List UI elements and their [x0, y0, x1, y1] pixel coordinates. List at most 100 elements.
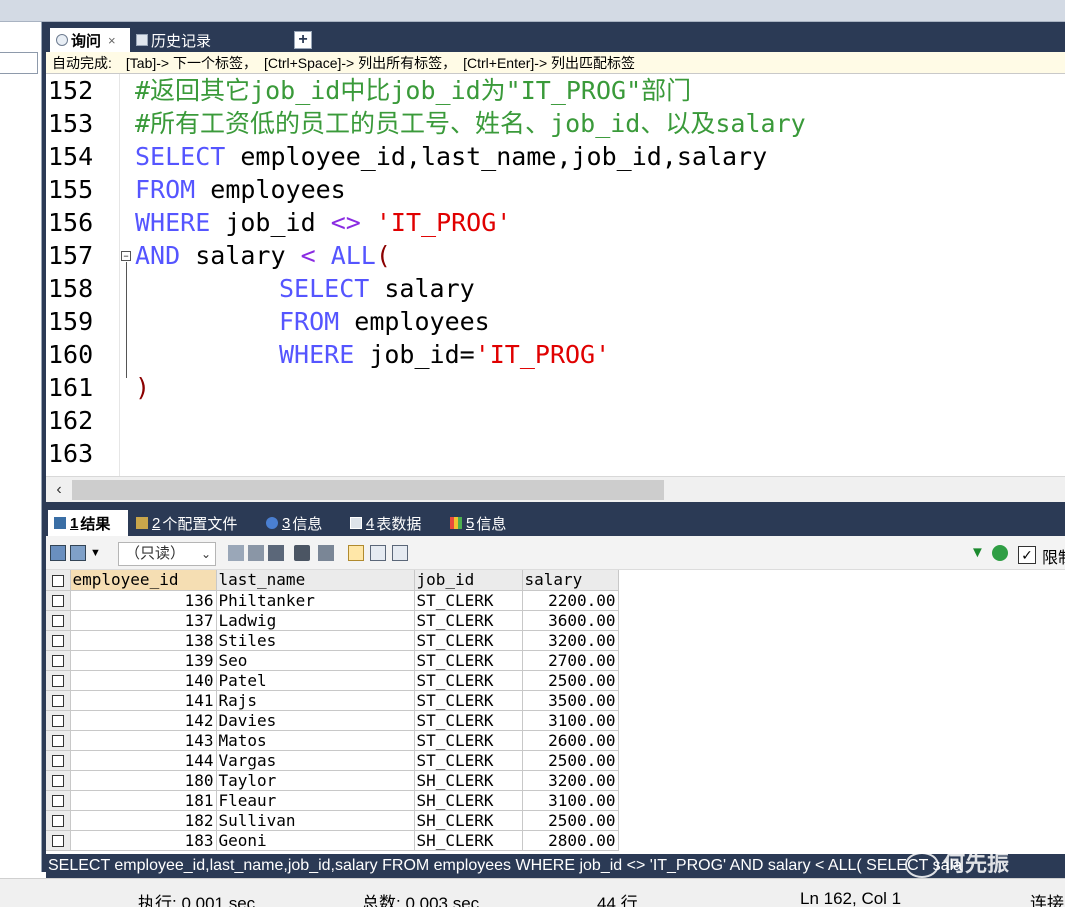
row-checkbox[interactable]	[46, 810, 71, 831]
dropdown-arrow-icon[interactable]: ▼	[90, 545, 102, 561]
column-header[interactable]: salary	[522, 570, 619, 591]
cell-salary[interactable]: 3100.00	[522, 790, 619, 811]
result-grid[interactable]: employee_id last_name job_id salary 136 P…	[46, 570, 1065, 854]
cell-salary[interactable]: 2500.00	[522, 750, 619, 771]
tab-result[interactable]: 1 结果	[48, 510, 128, 536]
cell-last-name[interactable]: Rajs	[216, 690, 415, 711]
cell-salary[interactable]: 3500.00	[522, 690, 619, 711]
cell-salary[interactable]: 2200.00	[522, 590, 619, 611]
cell-salary[interactable]: 2500.00	[522, 810, 619, 831]
row-checkbox[interactable]	[46, 770, 71, 791]
object-filter-input[interactable]	[0, 52, 38, 74]
cell-last-name[interactable]: Ladwig	[216, 610, 415, 631]
table-row[interactable]: 144 Vargas ST_CLERK 2500.00	[46, 750, 619, 771]
text-view-icon[interactable]	[392, 545, 408, 561]
cell-job-id[interactable]: SH_CLERK	[414, 770, 523, 791]
row-checkbox[interactable]	[46, 790, 71, 811]
tab-profile[interactable]: 2 个配置文件	[130, 510, 243, 536]
cell-job-id[interactable]: SH_CLERK	[414, 830, 523, 851]
cell-salary[interactable]: 2500.00	[522, 670, 619, 691]
cell-last-name[interactable]: Patel	[216, 670, 415, 691]
cell-job-id[interactable]: ST_CLERK	[414, 690, 523, 711]
fold-toggle[interactable]: −	[121, 251, 131, 261]
row-checkbox[interactable]	[46, 690, 71, 711]
table-row[interactable]: 137 Ladwig ST_CLERK 3600.00	[46, 610, 619, 631]
cell-employee-id[interactable]: 136	[70, 590, 217, 611]
import-icon[interactable]	[70, 545, 86, 561]
cell-job-id[interactable]: ST_CLERK	[414, 670, 523, 691]
cell-salary[interactable]: 3200.00	[522, 630, 619, 651]
row-checkbox[interactable]	[46, 710, 71, 731]
delete-icon[interactable]	[294, 545, 310, 561]
cell-job-id[interactable]: ST_CLERK	[414, 730, 523, 751]
cell-salary[interactable]: 2800.00	[522, 830, 619, 851]
cell-employee-id[interactable]: 181	[70, 790, 217, 811]
table-row[interactable]: 182 Sullivan SH_CLERK 2500.00	[46, 810, 619, 831]
row-checkbox[interactable]	[46, 750, 71, 771]
row-checkbox[interactable]	[46, 830, 71, 851]
add-row-icon[interactable]	[228, 545, 244, 561]
cell-salary[interactable]: 3600.00	[522, 610, 619, 631]
close-icon[interactable]: ×	[108, 33, 116, 48]
limit-checkbox[interactable]: ✓	[1018, 546, 1036, 564]
new-tab-button[interactable]: +	[294, 31, 312, 49]
editor-horizontal-scrollbar[interactable]: ‹	[46, 476, 1065, 502]
cell-employee-id[interactable]: 139	[70, 650, 217, 671]
column-header[interactable]: job_id	[414, 570, 523, 591]
cell-job-id[interactable]: SH_CLERK	[414, 790, 523, 811]
cell-employee-id[interactable]: 183	[70, 830, 217, 851]
table-row[interactable]: 141 Rajs ST_CLERK 3500.00	[46, 690, 619, 711]
cell-employee-id[interactable]: 143	[70, 730, 217, 751]
cell-salary[interactable]: 2600.00	[522, 730, 619, 751]
cell-job-id[interactable]: ST_CLERK	[414, 650, 523, 671]
cell-employee-id[interactable]: 182	[70, 810, 217, 831]
cell-employee-id[interactable]: 140	[70, 670, 217, 691]
tab-history[interactable]: 历史记录	[130, 28, 288, 52]
cell-employee-id[interactable]: 141	[70, 690, 217, 711]
cell-job-id[interactable]: ST_CLERK	[414, 590, 523, 611]
save-icon[interactable]	[268, 545, 284, 561]
table-row[interactable]: 180 Taylor SH_CLERK 3200.00	[46, 770, 619, 791]
table-row[interactable]: 136 Philtanker ST_CLERK 2200.00	[46, 590, 619, 611]
table-row[interactable]: 139 Seo ST_CLERK 2700.00	[46, 650, 619, 671]
duplicate-row-icon[interactable]	[248, 545, 264, 561]
table-row[interactable]: 183 Geoni SH_CLERK 2800.00	[46, 830, 619, 851]
cell-last-name[interactable]: Sullivan	[216, 810, 415, 831]
export-icon[interactable]	[50, 545, 66, 561]
readonly-select[interactable]: （只读） ⌄	[118, 542, 216, 566]
tab-messages[interactable]: 3 信息	[260, 510, 328, 536]
cell-employee-id[interactable]: 138	[70, 630, 217, 651]
tab-info[interactable]: 5 信息	[444, 510, 512, 536]
row-checkbox[interactable]	[46, 630, 71, 651]
cell-last-name[interactable]: Seo	[216, 650, 415, 671]
cell-salary[interactable]: 3200.00	[522, 770, 619, 791]
table-row[interactable]: 140 Patel ST_CLERK 2500.00	[46, 670, 619, 691]
cell-salary[interactable]: 3100.00	[522, 710, 619, 731]
table-row[interactable]: 142 Davies ST_CLERK 3100.00	[46, 710, 619, 731]
table-row[interactable]: 181 Fleaur SH_CLERK 3100.00	[46, 790, 619, 811]
cell-salary[interactable]: 2700.00	[522, 650, 619, 671]
cell-employee-id[interactable]: 180	[70, 770, 217, 791]
column-header[interactable]: last_name	[216, 570, 415, 591]
cell-last-name[interactable]: Philtanker	[216, 590, 415, 611]
tab-query[interactable]: 询问 ×	[50, 28, 130, 52]
cell-employee-id[interactable]: 137	[70, 610, 217, 631]
tab-table-data[interactable]: 4 表数据	[344, 510, 427, 536]
table-row[interactable]: 138 Stiles ST_CLERK 3200.00	[46, 630, 619, 651]
filter-icon[interactable]: ▼	[970, 545, 986, 561]
cell-last-name[interactable]: Davies	[216, 710, 415, 731]
select-all-checkbox[interactable]	[46, 570, 71, 591]
cell-last-name[interactable]: Geoni	[216, 830, 415, 851]
scroll-left-icon[interactable]: ‹	[50, 479, 68, 501]
cell-job-id[interactable]: ST_CLERK	[414, 610, 523, 631]
row-checkbox[interactable]	[46, 730, 71, 751]
row-checkbox[interactable]	[46, 650, 71, 671]
cell-last-name[interactable]: Stiles	[216, 630, 415, 651]
cell-employee-id[interactable]: 142	[70, 710, 217, 731]
cell-last-name[interactable]: Fleaur	[216, 790, 415, 811]
column-header[interactable]: employee_id	[70, 570, 217, 591]
row-checkbox[interactable]	[46, 590, 71, 611]
row-checkbox[interactable]	[46, 670, 71, 691]
cell-job-id[interactable]: ST_CLERK	[414, 710, 523, 731]
cell-job-id[interactable]: SH_CLERK	[414, 810, 523, 831]
